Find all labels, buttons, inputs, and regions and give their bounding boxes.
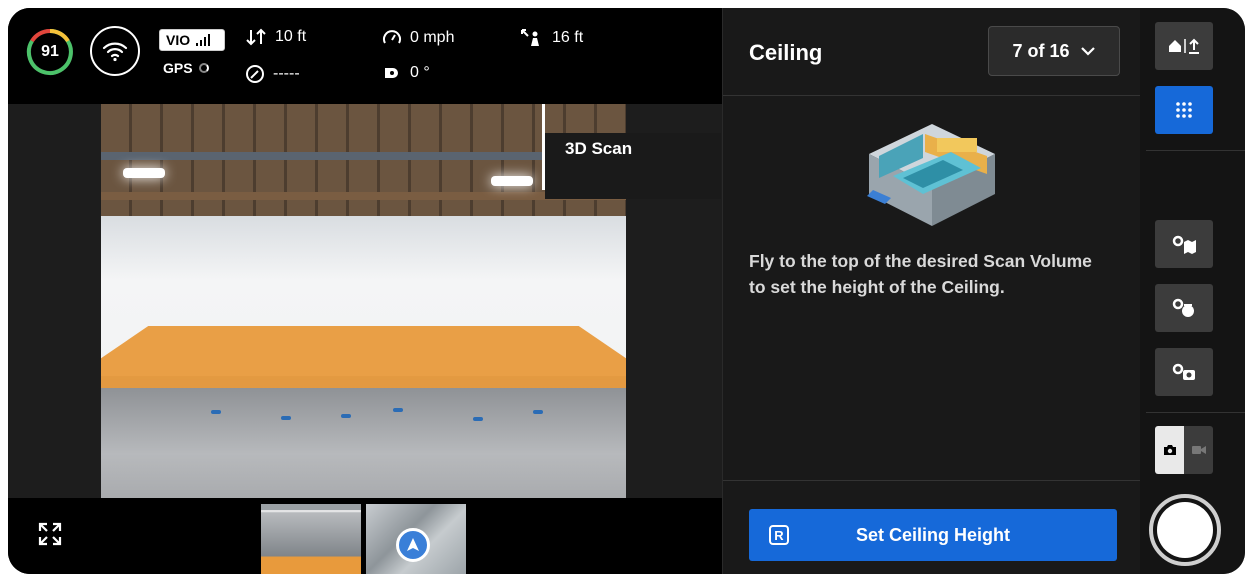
vio-label: VIO xyxy=(166,32,191,48)
ceiling-light xyxy=(123,168,165,178)
speedometer-icon xyxy=(383,30,401,44)
chevron-down-icon xyxy=(1080,47,1095,56)
room-illustration xyxy=(867,124,995,226)
gimbal-value: 0 ° xyxy=(410,64,430,81)
altitude-value: 10 ft xyxy=(275,28,307,45)
gps-status: GPS xyxy=(163,60,209,76)
drone-marker xyxy=(281,416,291,420)
settings-obstacle-icon xyxy=(1172,298,1194,317)
step-instruction: Fly to the top of the desired Scan Volum… xyxy=(749,251,1092,297)
distance-value: 16 ft xyxy=(552,29,584,46)
panel-header: Ceiling 7 of 16 xyxy=(723,8,1141,96)
signal-bars-icon xyxy=(196,34,211,46)
speed-readout: 0 mph xyxy=(382,28,454,48)
ceiling-light xyxy=(491,176,533,186)
fullscreen-button[interactable] xyxy=(36,520,64,548)
set-ceiling-height-label: Set Ceiling Height xyxy=(855,524,1010,545)
set-ceiling-height-button[interactable]: R Set Ceiling Height xyxy=(749,509,1117,561)
expand-icon xyxy=(38,522,62,546)
shutter-button[interactable] xyxy=(1149,494,1221,566)
settings-camera-icon xyxy=(1172,363,1195,380)
settings-map-icon xyxy=(1172,235,1196,254)
video-mode-button[interactable] xyxy=(1184,426,1213,474)
gimbal-readout: 0 ° xyxy=(382,64,430,82)
map-thumbnail[interactable] xyxy=(366,504,466,574)
home-altitude-button[interactable] xyxy=(1155,22,1213,70)
rail-divider xyxy=(1146,150,1245,151)
gps-label: GPS xyxy=(163,60,193,76)
scan-mode-label: 3D Scan xyxy=(545,133,721,199)
camera-settings-button[interactable] xyxy=(1155,348,1213,396)
photo-mode-button[interactable] xyxy=(1155,426,1184,474)
capture-mode-toggle xyxy=(1155,426,1213,474)
compass-icon xyxy=(246,65,264,83)
distance-readout: 16 ft xyxy=(520,28,583,48)
gps-spinner-icon xyxy=(198,63,209,73)
video-camera-icon xyxy=(1191,446,1206,454)
secondary-camera-thumbnail[interactable] xyxy=(261,504,361,574)
shutter-inner xyxy=(1157,502,1213,558)
heading-readout: ----- xyxy=(245,64,300,84)
drone-marker xyxy=(473,417,483,421)
video-bottom-bar xyxy=(8,498,722,574)
panel-footer: R Set Ceiling Height xyxy=(723,480,1141,574)
pilot-distance-icon xyxy=(521,29,539,46)
step-selector[interactable]: 7 of 16 xyxy=(988,26,1120,76)
video-pane: 91 VIO GPS 10 ft ----- 0 mph 0 ° 16 ft 3… xyxy=(8,8,722,574)
map-settings-button[interactable] xyxy=(1155,220,1213,268)
navigation-arrow-icon xyxy=(396,528,430,562)
home-altitude-icon xyxy=(1169,38,1199,54)
grid-menu-button[interactable] xyxy=(1155,86,1213,134)
step-title: Ceiling xyxy=(749,40,823,65)
camera-icon xyxy=(1163,445,1176,455)
altitude-readout: 10 ft xyxy=(245,28,306,46)
r-key-shortcut: R xyxy=(769,525,789,545)
device-frame: 91 VIO GPS 10 ft ----- 0 mph 0 ° 16 ft 3… xyxy=(8,8,1245,574)
step-counter: 7 of 16 xyxy=(1012,40,1070,61)
drone-marker xyxy=(341,414,351,418)
scan-volume-overlay xyxy=(101,326,626,388)
warehouse-floor xyxy=(101,388,626,498)
instruction-panel: Ceiling 7 of 16 Fly to the top of the de… xyxy=(722,8,1141,574)
battery-percent: 91 xyxy=(41,43,59,60)
grid-menu-icon xyxy=(1176,102,1192,118)
battery-indicator[interactable]: 91 xyxy=(26,28,74,76)
telemetry-bar: 91 VIO GPS 10 ft ----- 0 mph 0 ° 16 ft xyxy=(8,8,722,104)
vio-status-badge: VIO xyxy=(159,29,225,51)
drone-marker xyxy=(211,410,221,414)
heading-value: ----- xyxy=(273,65,300,82)
side-rail xyxy=(1140,8,1245,574)
drone-marker xyxy=(393,408,403,412)
speed-value: 0 mph xyxy=(410,29,455,46)
drone-marker xyxy=(533,410,543,414)
rail-divider xyxy=(1146,412,1245,413)
connection-status[interactable] xyxy=(90,26,140,76)
obstacle-settings-button[interactable] xyxy=(1155,284,1213,332)
gimbal-camera-icon xyxy=(385,68,398,78)
wifi-icon xyxy=(102,42,128,62)
altitude-arrows-icon xyxy=(246,28,266,46)
